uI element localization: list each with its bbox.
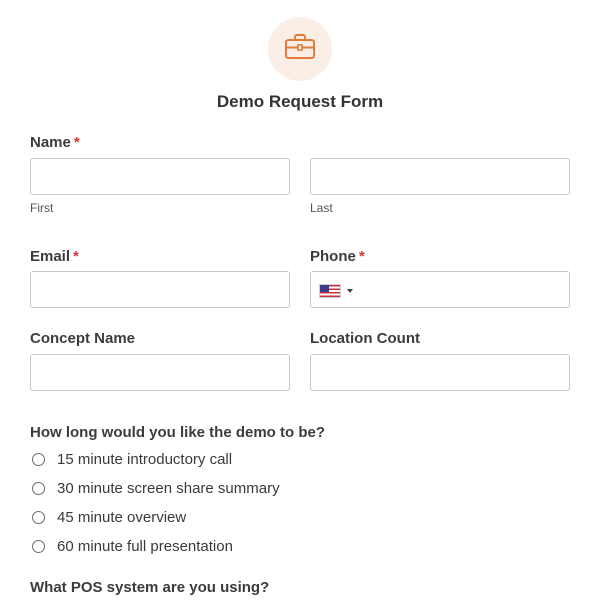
option-label: 60 minute full presentation bbox=[57, 538, 233, 555]
first-name-input[interactable] bbox=[30, 158, 290, 195]
briefcase-icon bbox=[283, 32, 317, 67]
email-label-text: Email bbox=[30, 248, 71, 265]
last-name-input[interactable] bbox=[310, 158, 570, 195]
location-count-input[interactable] bbox=[310, 354, 570, 391]
demo-option-15[interactable]: 15 minute introductory call bbox=[32, 451, 232, 468]
radio-button[interactable] bbox=[32, 540, 45, 553]
option-label: 15 minute introductory call bbox=[57, 451, 233, 468]
radio-button[interactable] bbox=[32, 511, 45, 524]
concept-name-label: Concept Name bbox=[30, 330, 136, 347]
country-code-select[interactable] bbox=[319, 284, 353, 298]
required-mark: * bbox=[73, 134, 80, 151]
phone-label-text: Phone bbox=[310, 248, 356, 265]
demo-option-30[interactable]: 30 minute screen share summary bbox=[32, 480, 280, 497]
radio-button[interactable] bbox=[32, 482, 45, 495]
demo-option-45[interactable]: 45 minute overview bbox=[32, 509, 186, 526]
phone-label: Phone * bbox=[310, 248, 365, 265]
required-mark: * bbox=[73, 248, 79, 265]
form-title: Demo Request Form bbox=[216, 92, 384, 111]
demo-option-60[interactable]: 60 minute full presentation bbox=[32, 538, 233, 555]
first-name-sublabel: First bbox=[30, 201, 54, 215]
name-label: Name * bbox=[30, 134, 80, 151]
pos-system-question: What POS system are you using? bbox=[30, 579, 270, 596]
phone-input[interactable] bbox=[359, 272, 563, 309]
name-label-text: Name bbox=[30, 134, 71, 151]
location-count-label: Location Count bbox=[310, 330, 420, 347]
radio-button[interactable] bbox=[32, 453, 45, 466]
phone-field bbox=[310, 271, 570, 309]
concept-name-input[interactable] bbox=[30, 354, 290, 391]
email-label: Email * bbox=[30, 248, 79, 265]
form-icon-badge bbox=[268, 17, 332, 81]
option-label: 45 minute overview bbox=[57, 509, 187, 526]
demo-length-question: How long would you like the demo to be? bbox=[30, 424, 325, 441]
option-label: 30 minute screen share summary bbox=[57, 480, 280, 497]
required-mark: * bbox=[358, 248, 365, 265]
us-flag-icon bbox=[319, 284, 341, 298]
caret-down-icon bbox=[347, 289, 353, 293]
last-name-sublabel: Last bbox=[310, 201, 333, 215]
email-field[interactable] bbox=[30, 271, 290, 308]
